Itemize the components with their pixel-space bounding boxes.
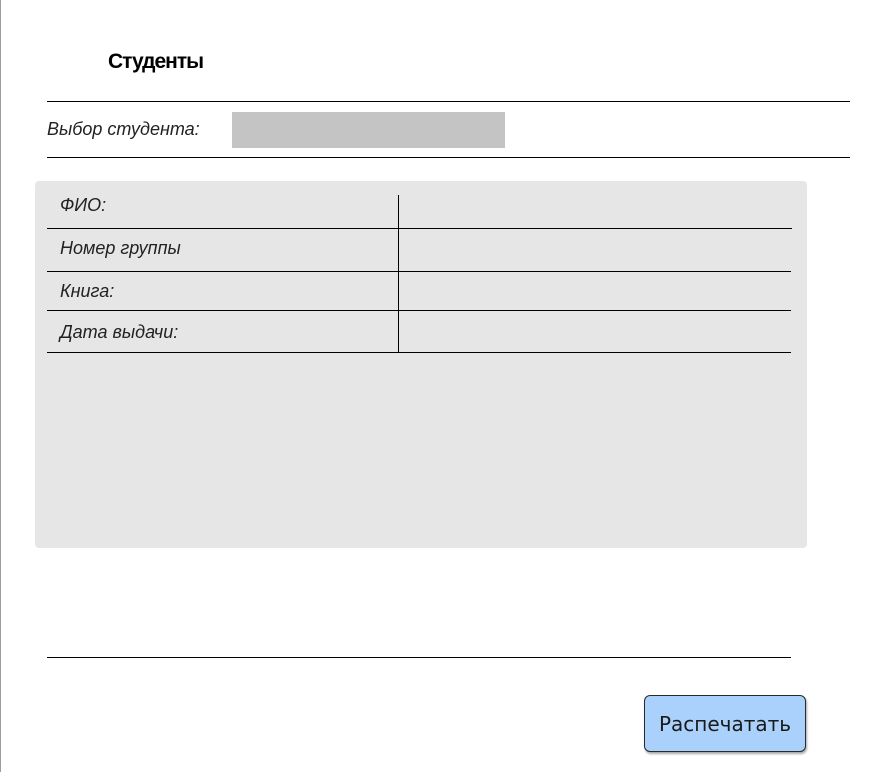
table-row-divider	[47, 310, 791, 311]
table-row-divider	[47, 271, 791, 272]
student-details-panel	[35, 181, 807, 548]
student-select-label: Выбор студента:	[47, 119, 200, 139]
divider-top	[47, 101, 850, 102]
window-edge	[0, 0, 1, 772]
row-label-fio: ФИО:	[60, 195, 107, 215]
table-row-divider	[47, 352, 791, 353]
print-button[interactable]: Распечатать	[644, 695, 806, 752]
page-title: Студенты	[108, 50, 204, 73]
table-row-divider	[47, 228, 792, 229]
divider-select	[47, 157, 850, 158]
divider-bottom	[47, 657, 791, 658]
row-label-group: Номер группы	[60, 238, 181, 258]
student-select-field[interactable]	[232, 112, 505, 148]
table-column-divider	[398, 195, 399, 353]
row-label-issue-date: Дата выдачи:	[60, 322, 179, 342]
row-label-book: Книга:	[60, 281, 115, 301]
students-form: Студенты Выбор студента: ФИО: Номер груп…	[0, 0, 896, 772]
